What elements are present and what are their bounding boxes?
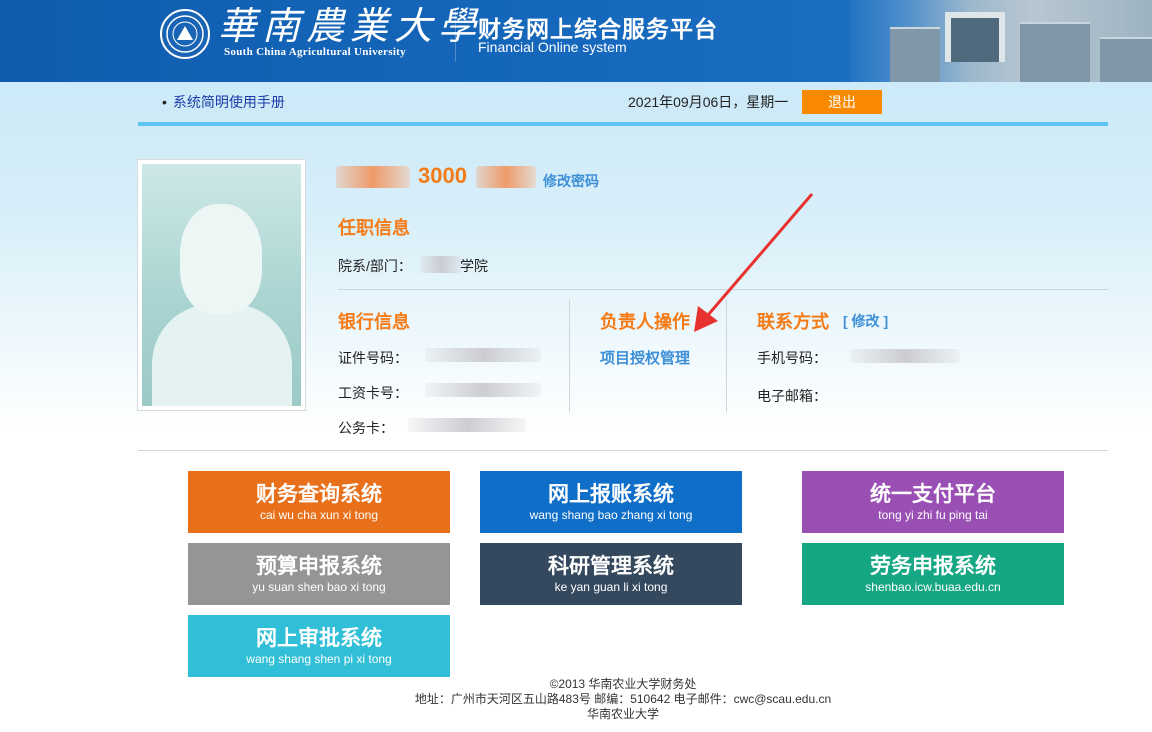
tile-subtitle: wang shang shen pi xi tong — [246, 652, 392, 666]
tile-subtitle: ke yan guan li xi tong — [554, 580, 668, 594]
phone-label: 手机号码： — [757, 350, 827, 366]
official-card-label: 公务卡： — [338, 420, 394, 436]
tile-online-approval[interactable]: 网上审批系统 wang shang shen pi xi tong — [188, 615, 450, 677]
salary-card-label: 工资卡号： — [338, 385, 408, 401]
footer-org: 华南农业大学 — [586, 707, 659, 721]
tile-subtitle: tong yi zhi fu ping tai — [878, 508, 988, 522]
tile-research-management[interactable]: 科研管理系统 ke yan guan li xi tong — [480, 543, 742, 605]
university-seal-icon — [160, 9, 210, 59]
redacted-department — [420, 256, 462, 273]
logout-button[interactable]: 退出 — [802, 90, 882, 114]
tile-budget-declaration[interactable]: 预算申报系统 yu suan shen bao xi tong — [188, 543, 450, 605]
header-separator — [138, 122, 1108, 126]
employment-info-title: 任职信息 — [338, 218, 410, 238]
tiles-divider — [138, 450, 1108, 451]
user-id: 3000 — [418, 163, 467, 188]
project-authorization-link[interactable]: 项目授权管理 — [600, 347, 690, 368]
redacted-id-number — [425, 348, 541, 362]
department-label: 院系/部门： — [338, 258, 412, 274]
email-label: 电子邮箱： — [757, 388, 827, 404]
university-name-cn: 華南農業大學 — [218, 4, 483, 48]
header-divider — [455, 10, 456, 62]
avatar-silhouette — [142, 164, 301, 406]
tile-title: 劳务申报系统 — [870, 555, 996, 578]
user-manual-link[interactable]: • 系统简明使用手册 — [162, 92, 285, 112]
tile-subtitle: cai wu cha xun xi tong — [259, 508, 379, 522]
redacted-user-id — [476, 166, 536, 188]
tile-subtitle: wang shang bao zhang xi tong — [529, 508, 693, 522]
id-number-label: 证件号码： — [338, 350, 408, 366]
edit-contact-link[interactable]: [ 修改 ] — [843, 311, 888, 331]
tile-subtitle: yu suan shen bao xi tong — [252, 580, 386, 594]
user-manual-label: 系统简明使用手册 — [172, 94, 285, 110]
redacted-name — [336, 166, 410, 188]
tile-finance-query[interactable]: 财务查询系统 cai wu cha xun xi tong — [188, 471, 450, 533]
tile-title: 预算申报系统 — [256, 555, 382, 578]
system-title-en: Financial Online system — [478, 39, 627, 55]
tile-title: 财务查询系统 — [256, 483, 382, 506]
current-date: 2021年09月06日，星期一 — [628, 94, 789, 110]
tile-labor-declaration[interactable]: 劳务申报系统 shenbao.icw.buaa.edu.cn — [802, 543, 1064, 605]
page-footer: ©2013 华南农业大学财务处 地址：广州市天河区五山路483号 邮编：5106… — [0, 677, 1152, 722]
tile-title: 网上审批系统 — [256, 627, 382, 650]
bullet-icon: • — [162, 94, 167, 110]
department-value: 学院 — [460, 258, 488, 274]
redacted-salary-card — [425, 383, 541, 397]
avatar — [137, 159, 306, 411]
tile-unified-payment[interactable]: 统一支付平台 tong yi zhi fu ping tai — [802, 471, 1064, 533]
manager-operations-title: 负责人操作 — [600, 312, 690, 332]
tile-title: 统一支付平台 — [870, 483, 996, 506]
site-header: 華南農業大學 South China Agricultural Universi… — [0, 0, 1152, 82]
tile-title: 科研管理系统 — [548, 555, 674, 578]
bank-info-title: 银行信息 — [338, 312, 410, 332]
tile-online-reimbursement[interactable]: 网上报账系统 wang shang bao zhang xi tong — [480, 471, 742, 533]
tile-title: 网上报账系统 — [548, 483, 674, 506]
university-name-en: South China Agricultural University — [224, 46, 406, 58]
redacted-official-card — [408, 418, 526, 432]
footer-copyright: ©2013 华南农业大学财务处 — [549, 677, 697, 691]
change-password-link[interactable]: 修改密码 — [543, 171, 599, 191]
column-divider — [569, 300, 570, 412]
footer-address: 地址：广州市天河区五山路483号 邮编：510642 电子邮件：cwc@scau… — [414, 692, 832, 706]
campus-photo — [850, 0, 1152, 82]
tile-subtitle: shenbao.icw.buaa.edu.cn — [865, 580, 1001, 594]
annotation-arrow-icon — [694, 193, 814, 332]
redacted-phone — [850, 349, 960, 363]
